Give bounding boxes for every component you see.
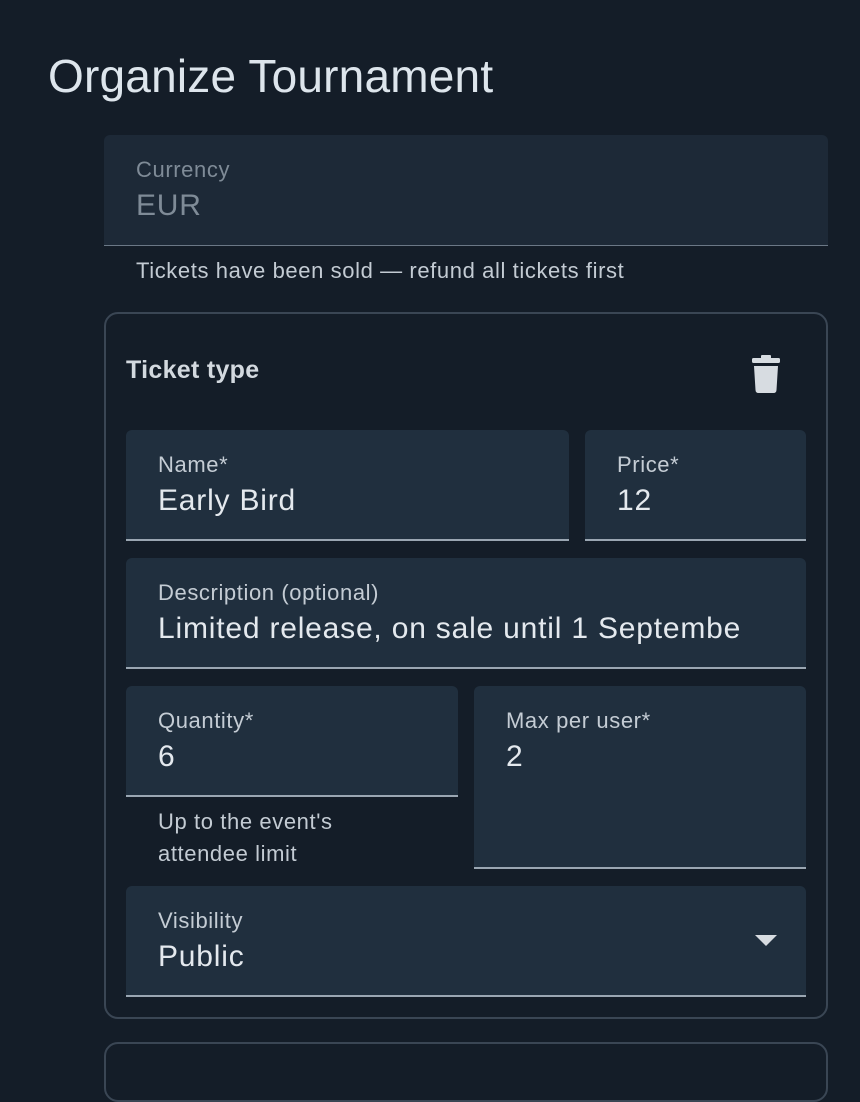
ticket-price-value: 12 bbox=[617, 484, 652, 517]
ticket-name-label: Name* bbox=[158, 452, 229, 477]
trash-icon bbox=[752, 355, 780, 393]
ticket-max-per-user-field[interactable]: Max per user* 2 bbox=[474, 686, 806, 869]
ticket-type-title: Ticket type bbox=[126, 356, 260, 384]
currency-label: Currency bbox=[136, 157, 231, 182]
ticket-visibility-label: Visibility bbox=[158, 908, 244, 933]
ticket-description-value: Limited release, on sale until 1 Septemb… bbox=[158, 612, 742, 645]
caret-down-icon bbox=[755, 935, 777, 946]
quantity-helper-line-1: Up to the event's bbox=[158, 809, 333, 834]
ticket-quantity-field[interactable]: Quantity* 6 bbox=[126, 686, 458, 797]
ticket-visibility-value: Public bbox=[158, 940, 245, 973]
currency-field: Currency EUR bbox=[104, 135, 828, 246]
page-title: Organize Tournament bbox=[48, 50, 494, 102]
currency-helper-text: Tickets have been sold — refund all tick… bbox=[136, 258, 625, 283]
ticket-max-per-user-value: 2 bbox=[506, 740, 524, 773]
ticket-description-label: Description (optional) bbox=[158, 580, 380, 605]
delete-ticket-type-button[interactable] bbox=[740, 350, 792, 398]
quantity-helper-text: Up to the event's attendee limit bbox=[158, 806, 333, 870]
ticket-name-value: Early Bird bbox=[158, 484, 297, 517]
ticket-price-field[interactable]: Price* 12 bbox=[585, 430, 806, 541]
ticket-description-field[interactable]: Description (optional) Limited release, … bbox=[126, 558, 806, 669]
ticket-quantity-label: Quantity* bbox=[158, 708, 254, 733]
ticket-visibility-select[interactable]: Visibility Public bbox=[126, 886, 806, 997]
ticket-quantity-value: 6 bbox=[158, 740, 176, 773]
quantity-helper-line-2: attendee limit bbox=[158, 841, 298, 866]
next-ticket-type-card bbox=[104, 1042, 828, 1102]
ticket-name-field[interactable]: Name* Early Bird bbox=[126, 430, 569, 541]
ticket-max-per-user-label: Max per user* bbox=[506, 708, 651, 733]
currency-value: EUR bbox=[136, 189, 202, 222]
ticket-price-label: Price* bbox=[617, 452, 680, 477]
